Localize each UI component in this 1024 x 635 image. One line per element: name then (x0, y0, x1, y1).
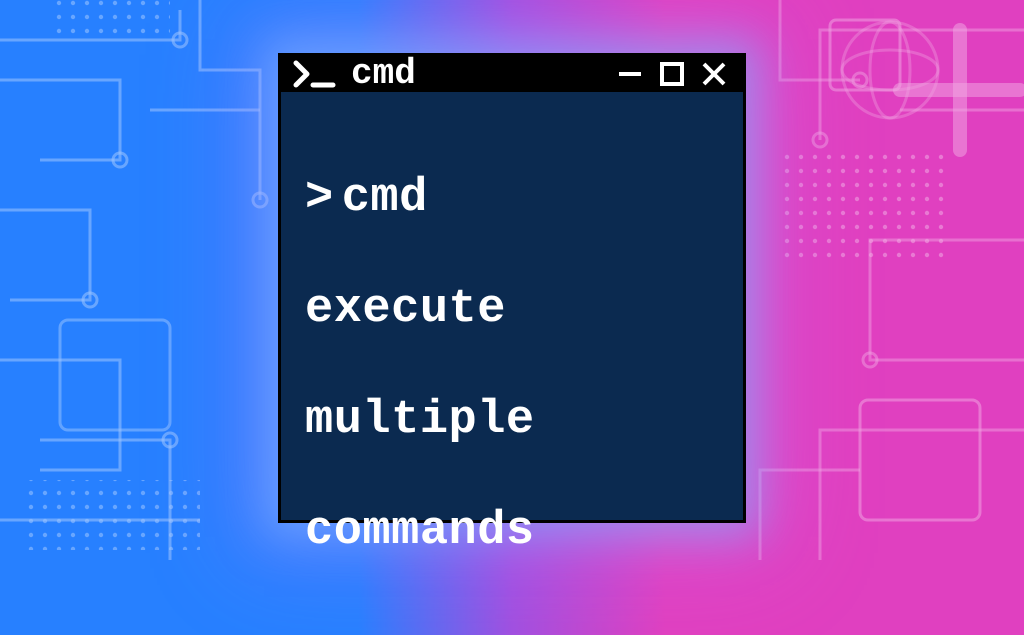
terminal-line: multiple (305, 393, 719, 448)
terminal-body[interactable]: >cmd execute multiple commands (281, 92, 743, 635)
minimize-button[interactable] (615, 59, 645, 89)
close-button[interactable] (699, 59, 729, 89)
terminal-text: cmd (342, 172, 428, 225)
terminal-line: >cmd (305, 171, 719, 226)
terminal-line: execute (305, 282, 719, 337)
terminal-window: cmd >cmd execute multiple commands (278, 53, 746, 523)
titlebar[interactable]: cmd (281, 56, 743, 92)
prompt-symbol: > (305, 172, 334, 225)
terminal-prompt-icon (293, 59, 339, 89)
maximize-button[interactable] (657, 59, 687, 89)
window-title: cmd (351, 56, 416, 92)
terminal-line: commands (305, 504, 719, 559)
